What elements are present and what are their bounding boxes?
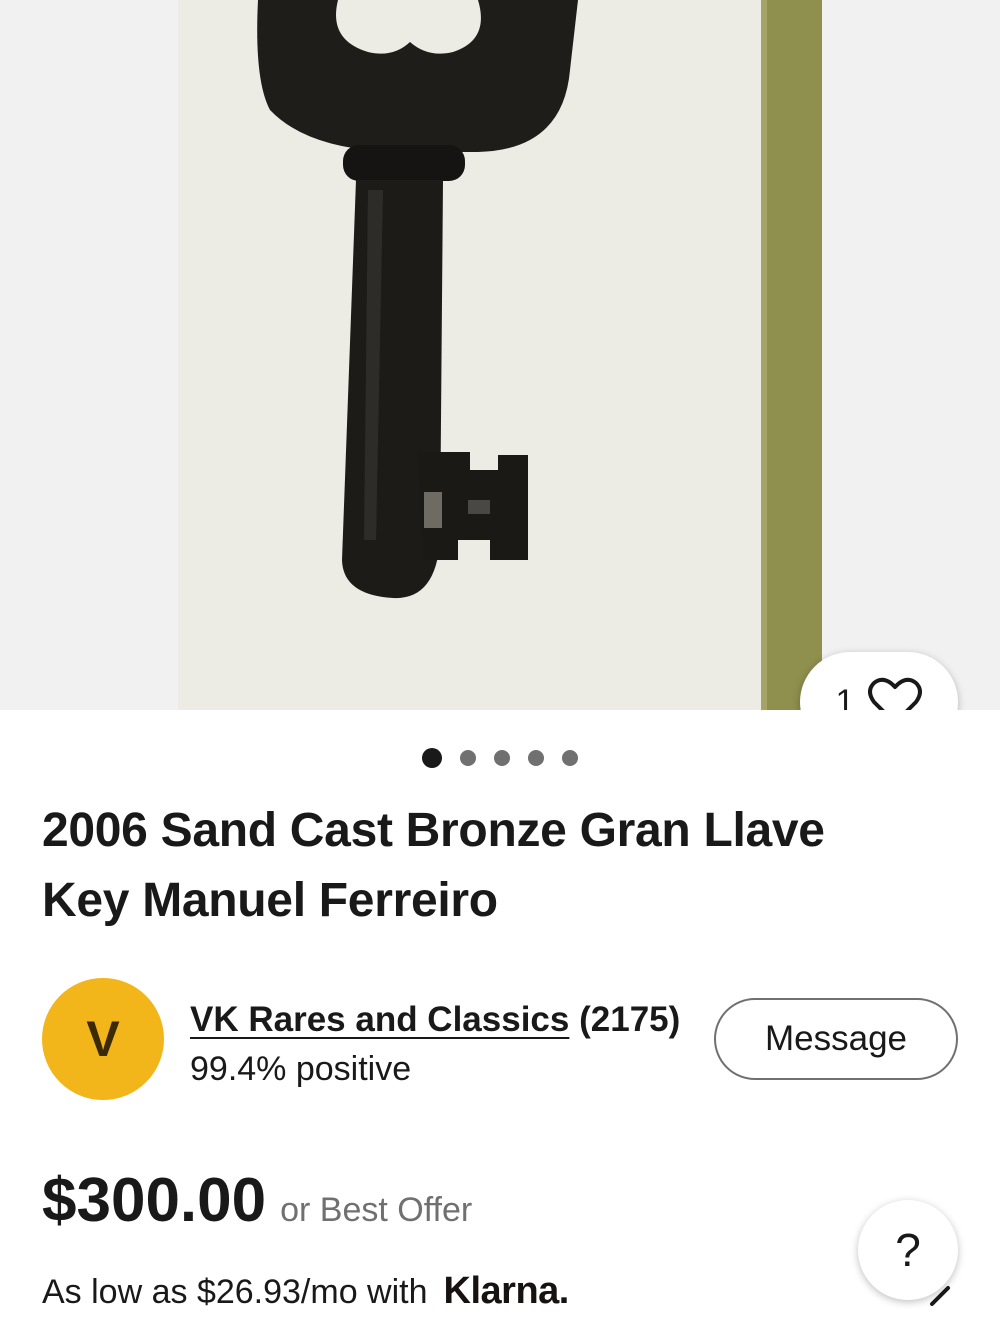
klarna-logo: Klarna.: [443, 1270, 570, 1312]
pager-dot[interactable]: [562, 750, 578, 766]
price-amount: $300.00: [42, 1166, 267, 1235]
pager-dot-active[interactable]: [422, 748, 442, 768]
seller-initial: V: [86, 1011, 120, 1067]
help-icon: ?: [895, 1224, 921, 1276]
pager-dot[interactable]: [528, 750, 544, 766]
financing-text: As low as $26.93/mo with: [42, 1273, 428, 1311]
image-pager: [0, 748, 1000, 768]
best-offer-label: or Best Offer: [280, 1191, 473, 1229]
message-button[interactable]: Message: [714, 998, 958, 1080]
financing-row[interactable]: As low as $26.93/mo with Klarna.: [42, 1270, 569, 1313]
listing-title-line1: 2006 Sand Cast Bronze Gran Llave: [42, 804, 825, 857]
chevron-right-icon[interactable]: [928, 1282, 954, 1308]
pager-dot[interactable]: [494, 750, 510, 766]
pager-dot[interactable]: [460, 750, 476, 766]
seller-info: VK Rares and Classics (2175) 99.4% posit…: [190, 998, 680, 1096]
watch-button[interactable]: 1: [800, 652, 958, 710]
listing-title: 2006 Sand Cast Bronze Gran Llave Key Man…: [42, 796, 942, 936]
seller-avatar[interactable]: V: [42, 978, 164, 1100]
seller-feedback-count: (2175): [579, 1000, 681, 1039]
listing-title-line2: Key Manuel Ferreiro: [42, 874, 498, 927]
product-photo[interactable]: [178, 0, 822, 710]
image-gallery[interactable]: 1: [0, 0, 1000, 710]
seller-name-link[interactable]: VK Rares and Classics: [190, 1000, 569, 1039]
price-row: $300.00 or Best Offer: [42, 1165, 472, 1236]
seller-feedback-percent: 99.4% positive: [190, 1050, 412, 1088]
watch-count: 1: [835, 682, 855, 711]
heart-icon: [868, 677, 923, 710]
